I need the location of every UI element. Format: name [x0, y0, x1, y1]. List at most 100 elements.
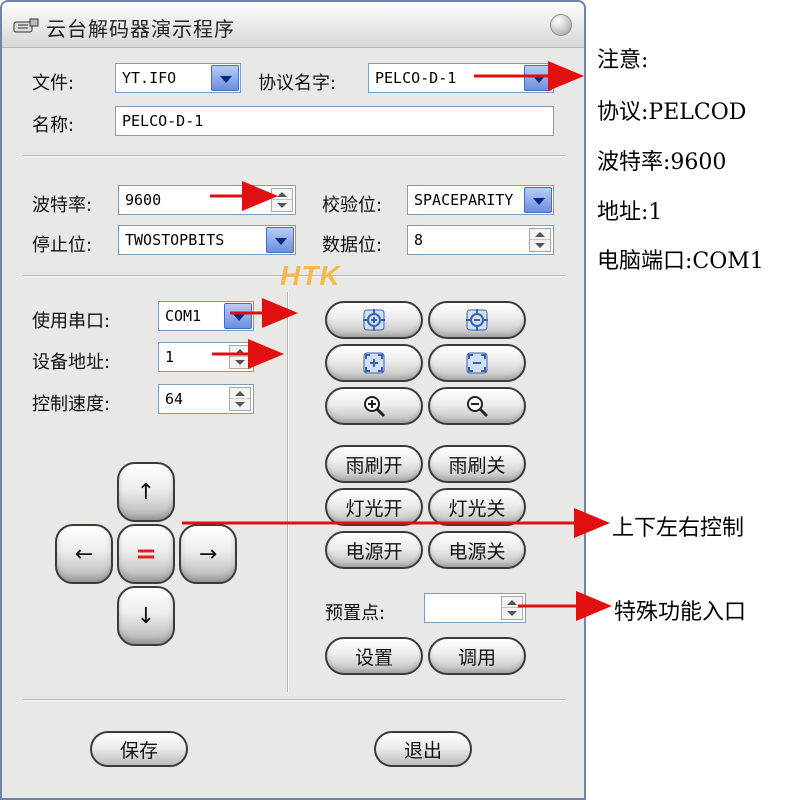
baud-label: 波特率: [32, 195, 93, 216]
pan-down-button[interactable]: ↓ [117, 586, 175, 646]
chevron-down-icon[interactable] [266, 227, 294, 253]
speed-value: 64 [165, 390, 184, 408]
spin-up-icon[interactable] [530, 229, 550, 240]
iris-close-icon [466, 352, 488, 374]
spinner[interactable] [501, 596, 523, 620]
zoom-in-button[interactable] [325, 387, 423, 425]
port-label: 使用串口: [32, 311, 111, 332]
note-baud: 波特率:9600 [597, 150, 727, 175]
spinner[interactable] [529, 228, 551, 252]
baud-stepper[interactable]: 9600 [118, 185, 296, 215]
note-special: 特殊功能入口 [614, 600, 747, 625]
wiper-off-button[interactable]: 雨刷关 [428, 445, 526, 483]
note-heading: 注意: [597, 48, 649, 73]
light-on-button[interactable]: 灯光开 [325, 488, 423, 526]
protocol-label: 协议名字: [258, 73, 337, 94]
app-icon [13, 18, 39, 33]
address-value: 1 [165, 348, 175, 366]
focus-near-button[interactable] [428, 301, 526, 339]
speed-label: 控制速度: [32, 394, 111, 415]
arrow-left-icon: ← [74, 541, 94, 567]
spinner[interactable] [229, 345, 251, 369]
iris-close-button[interactable] [428, 344, 526, 382]
file-label: 文件: [32, 73, 75, 94]
note-dpad: 上下左右控制 [612, 516, 745, 541]
power-off-button[interactable]: 电源关 [428, 531, 526, 569]
wiper-on-button[interactable]: 雨刷开 [325, 445, 423, 483]
arrow-down-icon: ↓ [136, 603, 156, 629]
file-select-value: YT.IFO [122, 69, 177, 87]
zoom-out-icon [467, 396, 489, 418]
stopbits-label: 停止位: [32, 235, 93, 256]
chevron-down-icon[interactable] [524, 187, 552, 213]
preset-set-button[interactable]: 设置 [325, 637, 423, 675]
databits-value: 8 [414, 231, 424, 249]
spin-up-icon[interactable] [272, 189, 292, 200]
preset-label: 预置点: [325, 603, 386, 624]
spin-down-icon[interactable] [530, 240, 550, 251]
iris-open-button[interactable] [325, 344, 423, 382]
port-select[interactable]: COM1 [158, 301, 254, 331]
note-port: 电脑端口:COM1 [597, 249, 764, 274]
protocol-select-value: PELCO-D-1 [375, 69, 457, 87]
focus-far-icon [363, 309, 385, 331]
close-icon[interactable] [550, 14, 572, 36]
name-label: 名称: [32, 115, 75, 136]
focus-far-button[interactable] [325, 301, 423, 339]
note-protocol: 协议:PELCOD [597, 100, 747, 125]
focus-near-icon [466, 309, 488, 331]
title-bar: 云台解码器演示程序 [2, 2, 584, 48]
spin-up-icon[interactable] [230, 388, 250, 399]
light-off-button[interactable]: 灯光关 [428, 488, 526, 526]
chevron-down-icon[interactable] [224, 303, 252, 329]
save-button[interactable]: 保存 [90, 731, 188, 767]
address-label: 设备地址: [32, 352, 111, 373]
pan-up-button[interactable]: ↑ [117, 462, 175, 522]
exit-button[interactable]: 退出 [374, 731, 472, 767]
stopbits-value: TWOSTOPBITS [125, 231, 225, 249]
parity-label: 校验位: [322, 195, 383, 216]
htk-logo: HTK [280, 260, 341, 291]
protocol-select[interactable]: PELCO-D-1 [368, 63, 554, 93]
arrow-right-icon: → [198, 541, 218, 567]
note-address: 地址:1 [597, 200, 663, 225]
name-field-value: PELCO-D-1 [122, 112, 204, 130]
file-select[interactable]: YT.IFO [115, 63, 241, 93]
chevron-down-icon[interactable] [211, 65, 239, 91]
power-on-button[interactable]: 电源开 [325, 531, 423, 569]
spin-up-icon[interactable] [230, 346, 250, 357]
spinner[interactable] [229, 387, 251, 411]
speed-stepper[interactable]: 64 [158, 384, 254, 414]
zoom-out-button[interactable] [428, 387, 526, 425]
baud-value: 9600 [125, 191, 162, 209]
address-stepper[interactable]: 1 [158, 342, 254, 372]
pan-left-button[interactable]: ← [55, 524, 113, 584]
spin-down-icon[interactable] [230, 357, 250, 368]
parity-select[interactable]: SPACEPARITY [407, 185, 554, 215]
spin-up-icon[interactable] [502, 597, 522, 608]
divider [22, 699, 566, 701]
spin-down-icon[interactable] [272, 200, 292, 211]
pan-right-button[interactable]: → [179, 524, 237, 584]
spin-down-icon[interactable] [502, 608, 522, 619]
zoom-in-icon [364, 396, 386, 418]
chevron-down-icon[interactable] [524, 65, 552, 91]
databits-stepper[interactable]: 8 [407, 225, 554, 255]
app-window: 云台解码器演示程序 文件: YT.IFO 协议名字: PELCO-D-1 名称:… [0, 0, 586, 800]
window-title: 云台解码器演示程序 [46, 17, 235, 41]
stop-button[interactable]: = [117, 524, 175, 584]
databits-label: 数据位: [322, 235, 383, 256]
parity-value: SPACEPARITY [414, 191, 514, 209]
stopbits-select[interactable]: TWOSTOPBITS [118, 225, 296, 255]
preset-stepper[interactable] [424, 593, 526, 623]
name-field[interactable]: PELCO-D-1 [115, 106, 554, 136]
preset-call-button[interactable]: 调用 [428, 637, 526, 675]
spin-down-icon[interactable] [230, 399, 250, 410]
stop-icon: = [135, 539, 157, 569]
vertical-divider [287, 292, 289, 692]
arrow-up-icon: ↑ [136, 479, 156, 505]
port-value: COM1 [165, 307, 202, 325]
spinner[interactable] [271, 188, 293, 212]
divider [22, 155, 566, 157]
iris-open-icon [363, 352, 385, 374]
